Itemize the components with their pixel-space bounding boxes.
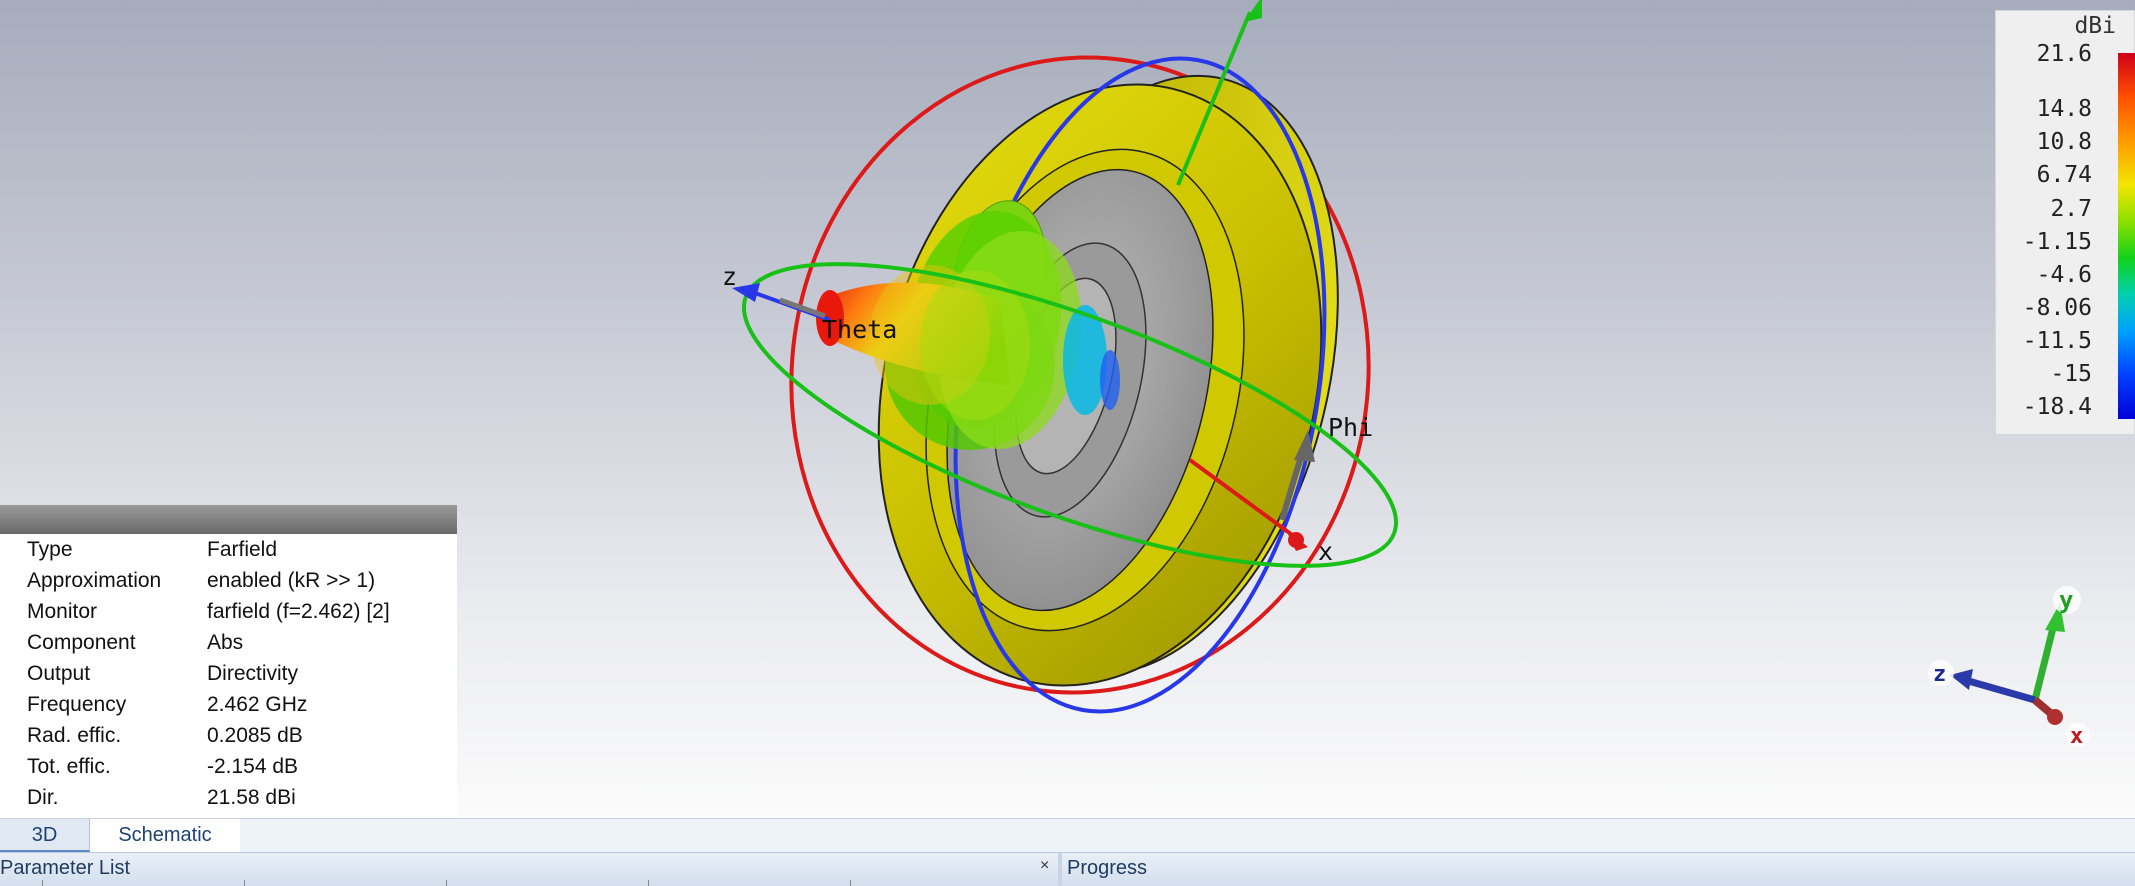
close-icon[interactable]: × (1040, 857, 1049, 875)
column-divider[interactable] (446, 880, 447, 886)
legend-unit: dBi (2074, 13, 2116, 39)
property-row: Approximation enabled (kR >> 1) (0, 565, 457, 596)
legend-tick: -8.06 (2022, 295, 2092, 321)
legend-tick: 6.74 (2036, 162, 2092, 188)
property-value: Directivity (207, 661, 299, 685)
property-row: Rad. effic. 0.2085 dB (0, 720, 457, 751)
property-row: Dir. 21.58 dBi (0, 782, 457, 813)
farfield-properties-panel: Type Farfield Approximation enabled (kR … (0, 505, 457, 818)
column-divider[interactable] (648, 880, 649, 886)
widget-z-label: z (1933, 662, 1946, 687)
property-value: 0.2085 dB (207, 723, 303, 747)
orientation-axes-icon: y z x (1928, 586, 2090, 749)
legend-tick: 2.7 (2050, 196, 2092, 222)
3d-viewport[interactable]: Theta Phi x z dBi 21.6 14.8 10.8 6.74 2.… (0, 0, 2135, 818)
tab-3d[interactable]: 3D (0, 819, 90, 852)
property-row: Component Abs (0, 627, 457, 658)
phi-label: Phi (1328, 413, 1373, 442)
properties-header (0, 505, 457, 534)
legend-tick: -15 (2050, 361, 2092, 387)
legend-tick: 21.6 (2036, 41, 2092, 67)
property-value: farfield (f=2.462) [2] (207, 599, 390, 623)
property-key: Tot. effic. (27, 754, 111, 778)
z-axis-label: z (722, 262, 737, 291)
property-row: Output Directivity (0, 658, 457, 689)
property-key: Output (27, 661, 91, 685)
column-divider[interactable] (244, 880, 245, 886)
property-row: Monitor farfield (f=2.462) [2] (0, 596, 457, 627)
legend-tick: 14.8 (2036, 96, 2092, 122)
legend-tick: 10.8 (2036, 129, 2092, 155)
legend-tick: -1.15 (2022, 229, 2092, 255)
property-value: enabled (kR >> 1) (207, 568, 376, 592)
legend-tick: -18.4 (2022, 394, 2092, 420)
y-axis-head (1244, 0, 1262, 22)
property-key: Monitor (27, 599, 98, 623)
column-divider[interactable] (850, 880, 851, 886)
property-value: Abs (207, 630, 244, 654)
property-key: Component (27, 630, 136, 654)
parameter-list-title: Parameter List (0, 857, 131, 879)
tab-schematic[interactable]: Schematic (90, 819, 240, 852)
property-key: Type (27, 537, 73, 561)
legend-color-bar (2118, 53, 2135, 419)
property-key: Rad. effic. (27, 723, 122, 747)
column-divider[interactable] (42, 880, 43, 886)
property-value: Farfield (207, 537, 278, 561)
property-row: Tot. effic. -2.154 dB (0, 751, 457, 782)
progress-title: Progress (1067, 857, 1148, 879)
property-row: Frequency 2.462 GHz (0, 689, 457, 720)
bottom-panels: Parameter List × Progress (0, 852, 2135, 886)
property-key: Approximation (27, 568, 162, 592)
panel-splitter[interactable] (1058, 853, 1062, 886)
widget-y-label: y (2059, 586, 2073, 614)
x-axis-label: x (1318, 537, 1333, 566)
color-legend: dBi 21.6 14.8 10.8 6.74 2.7 -1.15 -4.6 -… (1995, 10, 2135, 435)
property-value: 2.462 GHz (207, 692, 308, 716)
property-value: -2.154 dB (207, 754, 299, 778)
legend-tick: -11.5 (2022, 328, 2092, 354)
property-value: 21.58 dBi (207, 785, 296, 809)
property-row: Type Farfield (0, 534, 457, 565)
view-tab-bar: 3D Schematic (0, 818, 2135, 852)
widget-x-label: x (2070, 724, 2083, 749)
property-key: Frequency (27, 692, 127, 716)
theta-label: Theta (822, 315, 897, 344)
legend-tick: -4.6 (2036, 262, 2092, 288)
property-key: Dir. (27, 785, 59, 809)
